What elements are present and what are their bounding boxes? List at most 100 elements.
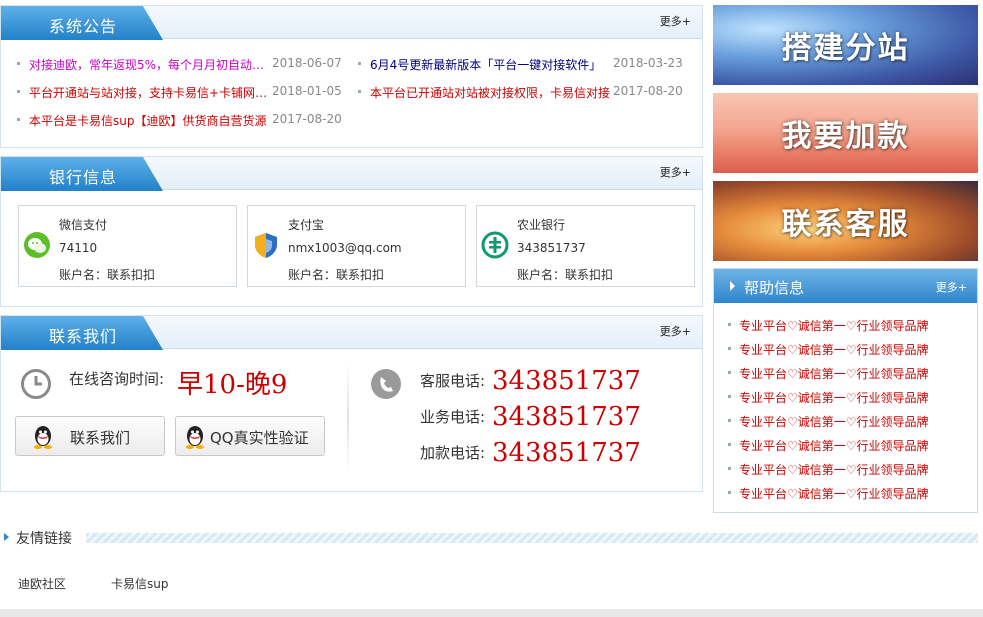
bank-title: 银行信息 <box>49 168 118 187</box>
banner-label: 联系客服 <box>781 207 910 242</box>
bank-header: 银行信息 更多+ <box>1 157 702 191</box>
announcement-date: 2018-06-07 <box>272 56 342 70</box>
help-item-text[interactable]: 专业平台♡诚信第一♡行业领导品牌 <box>739 389 929 406</box>
banner-build-substation[interactable]: 搭建分站 <box>713 5 978 85</box>
bank-card-wechat: 微信支付 74110 账户名：联系扣扣 <box>18 205 237 287</box>
friend-link[interactable]: 迪欧社区 <box>18 575 66 592</box>
help-item[interactable]: 专业平台♡诚信第一♡行业领导品牌 <box>714 317 977 335</box>
bank-holder: 账户名：联系扣扣 <box>517 268 614 282</box>
announcement-item[interactable]: 平台开通站与站对接，支持卡易信+卡铺网对接 2018-01-05 <box>17 84 347 102</box>
bullet-icon <box>358 90 361 93</box>
friend-link[interactable]: 卡易信sup <box>111 575 168 592</box>
help-item[interactable]: 专业平台♡诚信第一♡行业领导品牌 <box>714 389 977 407</box>
announcement-text[interactable]: 6月4号更新最新版本「平台一键对接软件」 <box>370 56 610 73</box>
bank-account: 343851737 <box>517 241 586 255</box>
help-item-text[interactable]: 专业平台♡诚信第一♡行业领导品牌 <box>739 437 929 454</box>
bank-holder: 账户名：联系扣扣 <box>288 268 385 282</box>
bullet-icon <box>17 62 20 65</box>
qq-verify-button[interactable]: QQ真实性验证 <box>175 416 325 456</box>
announcement-date: 2017-08-20 <box>613 84 683 98</box>
bank-card-abc: 农业银行 343851737 账户名：联系扣扣 <box>476 205 695 287</box>
contact-title: 联系我们 <box>49 327 118 346</box>
alipay-shield-icon <box>255 233 277 258</box>
contact-tab: 联系我们 <box>1 316 163 350</box>
banner-label: 我要加款 <box>781 119 910 154</box>
banner-add-funds[interactable]: 我要加款 <box>713 93 978 173</box>
contact-us-label: 联系我们 <box>70 429 131 447</box>
help-more-link[interactable]: 更多+ <box>936 279 967 295</box>
bank-name: 支付宝 <box>288 218 325 232</box>
bullet-icon <box>728 419 731 422</box>
help-item-text[interactable]: 专业平台♡诚信第一♡行业领导品牌 <box>739 317 929 334</box>
bank-more-link[interactable]: 更多+ <box>660 164 691 180</box>
abc-bank-icon <box>481 231 509 259</box>
bullet-icon <box>728 323 731 326</box>
announcement-item[interactable]: 本平台已开通站对站被对接权限，卡易信对接 2017-08-20 <box>358 84 698 102</box>
announcement-date: 2018-03-23 <box>613 56 683 70</box>
help-item[interactable]: 专业平台♡诚信第一♡行业领导品牌 <box>714 341 977 359</box>
bullet-icon <box>17 118 20 121</box>
help-item-text[interactable]: 专业平台♡诚信第一♡行业领导品牌 <box>739 461 929 478</box>
announcement-date: 2018-01-05 <box>272 84 342 98</box>
help-item-text[interactable]: 专业平台♡诚信第一♡行业领导品牌 <box>739 413 929 430</box>
announcement-title: 系统公告 <box>49 17 118 36</box>
online-hours-label: 在线咨询时间: <box>69 370 165 388</box>
bank-name: 农业银行 <box>517 218 566 232</box>
contact-panel: 联系我们 更多+ 在线咨询时间: 早10-晚9 联系我们 QQ真实性验证 客服电… <box>0 315 703 492</box>
announcement-item[interactable]: 对接迪欧，常年返现5%，每个月月初自动返现 2018-06-07 <box>17 56 347 74</box>
help-title: 帮助信息 <box>744 279 805 297</box>
phone-label: 业务电话: <box>420 408 486 426</box>
bullet-icon <box>17 90 20 93</box>
bank-account: 74110 <box>59 241 98 255</box>
phone-label: 加款电话: <box>420 444 486 462</box>
announcement-header: 系统公告 更多+ <box>1 6 702 40</box>
bank-account: nmx1003@qq.com <box>288 241 402 255</box>
phone-label: 客服电话: <box>420 372 486 390</box>
bullet-icon <box>728 371 731 374</box>
bullet-icon <box>728 491 731 494</box>
help-item-text[interactable]: 专业平台♡诚信第一♡行业领导品牌 <box>739 365 929 382</box>
qq-verify-label: QQ真实性验证 <box>210 429 309 447</box>
announcement-item[interactable]: 6月4号更新最新版本「平台一键对接软件」 2018-03-23 <box>358 56 698 74</box>
bullet-icon <box>728 347 731 350</box>
friend-links-divider <box>86 533 978 543</box>
online-hours-value: 早10-晚9 <box>177 370 288 400</box>
announcement-tab: 系统公告 <box>1 6 163 40</box>
clock-icon <box>21 369 51 399</box>
phone-number: 343851737 <box>492 402 641 432</box>
bullet-icon <box>728 395 731 398</box>
bank-tab: 银行信息 <box>1 157 163 191</box>
help-item[interactable]: 专业平台♡诚信第一♡行业领导品牌 <box>714 485 977 503</box>
bullet-icon <box>728 467 731 470</box>
banner-label: 搭建分站 <box>781 31 910 66</box>
banner-contact-service[interactable]: 联系客服 <box>713 181 978 261</box>
bank-name: 微信支付 <box>59 218 108 232</box>
announcement-date: 2017-08-20 <box>272 112 342 126</box>
help-panel: 帮助信息 更多+ 专业平台♡诚信第一♡行业领导品牌 专业平台♡诚信第一♡行业领导… <box>713 268 978 513</box>
phone-icon <box>371 369 401 399</box>
arrow-right-icon <box>4 533 9 541</box>
bank-panel: 银行信息 更多+ 微信支付 74110 账户名：联系扣扣 支付宝 nmx1003… <box>0 156 703 307</box>
contact-us-button[interactable]: 联系我们 <box>15 416 165 456</box>
announcement-more-link[interactable]: 更多+ <box>660 13 691 29</box>
contact-more-link[interactable]: 更多+ <box>660 323 691 339</box>
announcement-text[interactable]: 本平台已开通站对站被对接权限，卡易信对接 <box>370 84 610 101</box>
help-item-text[interactable]: 专业平台♡诚信第一♡行业领导品牌 <box>739 485 929 502</box>
qq-penguin-icon <box>34 426 52 449</box>
footer-bar <box>0 609 983 617</box>
help-item[interactable]: 专业平台♡诚信第一♡行业领导品牌 <box>714 461 977 479</box>
phone-number: 343851737 <box>492 366 641 396</box>
help-item[interactable]: 专业平台♡诚信第一♡行业领导品牌 <box>714 437 977 455</box>
help-item[interactable]: 专业平台♡诚信第一♡行业领导品牌 <box>714 365 977 383</box>
qq-penguin-icon <box>186 426 204 449</box>
phone-number: 343851737 <box>492 438 641 468</box>
friend-links-title: 友情链接 <box>16 531 72 547</box>
announcement-text[interactable]: 平台开通站与站对接，支持卡易信+卡铺网对接 <box>29 84 269 101</box>
announcement-text[interactable]: 本平台是卡易信sup【迪欧】供货商自营货源 <box>29 112 269 129</box>
announcement-text[interactable]: 对接迪欧，常年返现5%，每个月月初自动返现 <box>29 56 269 73</box>
help-item[interactable]: 专业平台♡诚信第一♡行业领导品牌 <box>714 413 977 431</box>
help-item-text[interactable]: 专业平台♡诚信第一♡行业领导品牌 <box>739 341 929 358</box>
announcement-item[interactable]: 本平台是卡易信sup【迪欧】供货商自营货源 2017-08-20 <box>17 112 347 130</box>
arrow-right-icon <box>730 281 735 291</box>
bank-card-alipay: 支付宝 nmx1003@qq.com 账户名：联系扣扣 <box>247 205 466 287</box>
